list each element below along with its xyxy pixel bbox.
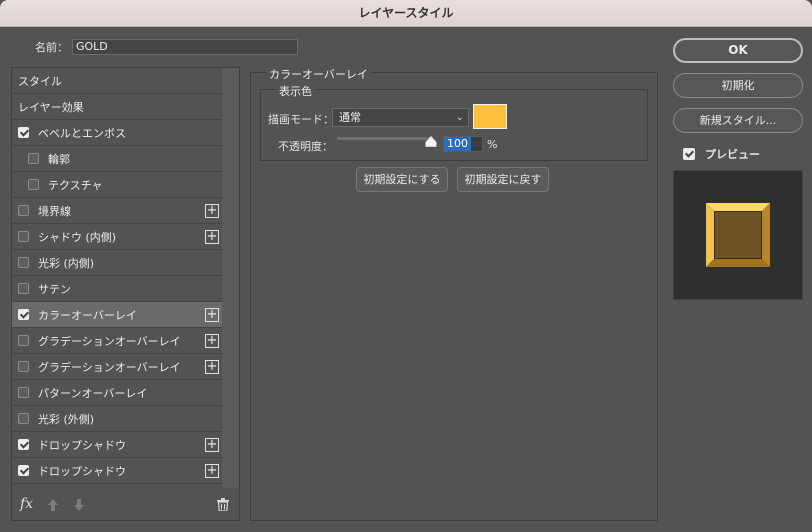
list-item-checkbox[interactable] (18, 361, 29, 372)
gold-preview-image (706, 203, 770, 267)
opacity-slider[interactable] (337, 137, 433, 140)
slider-thumb-icon[interactable] (425, 136, 437, 147)
list-item-checkbox[interactable] (18, 205, 29, 216)
list-item-label: 境界線 (38, 204, 71, 218)
name-label: 名前： (35, 41, 68, 54)
list-item[interactable]: パターンオーバーレイ (12, 380, 222, 406)
add-effect-icon[interactable]: + (205, 360, 219, 374)
list-item-checkbox[interactable] (18, 309, 29, 320)
list-item-checkbox[interactable] (28, 179, 39, 190)
add-effect-icon[interactable]: + (205, 464, 219, 478)
list-item-label: サテン (38, 282, 71, 296)
title-bar: レイヤースタイル (0, 0, 812, 27)
subgroup-title: 表示色 (276, 83, 315, 99)
list-item-label: グラデーションオーバーレイ (38, 334, 181, 348)
ok-button[interactable]: OK (673, 38, 803, 63)
list-item-label: ベベルとエンボス (38, 126, 126, 140)
move-up-icon[interactable] (48, 499, 58, 511)
list-item-label: 輪郭 (48, 152, 70, 166)
add-effect-icon[interactable]: + (205, 204, 219, 218)
add-effect-icon[interactable]: + (205, 334, 219, 348)
reset-default-button[interactable]: 初期設定に戻す (457, 167, 549, 192)
list-item-checkbox[interactable] (28, 153, 39, 164)
opacity-label: 不透明度： (278, 140, 333, 153)
list-item-label: スタイル (18, 74, 62, 88)
list-item-label: レイヤー効果 (18, 100, 84, 114)
list-item-checkbox[interactable] (18, 257, 29, 268)
style-list-panel: スタイルレイヤー効果ベベルとエンボス輪郭テクスチャ境界線 + シャドウ (内側) + 光… (11, 67, 240, 521)
blend-mode-label: 描画モード： (268, 113, 334, 126)
list-item[interactable]: ドロップシャドウ + (12, 432, 222, 458)
list-item-label: シャドウ (内側) (38, 230, 117, 244)
new-style-button[interactable]: 新規スタイル... (673, 108, 803, 133)
name-row: 名前： GOLD (35, 39, 298, 55)
list-item[interactable]: ドロップシャドウ + (12, 458, 222, 484)
add-effect-icon[interactable]: + (205, 438, 219, 452)
fx-icon[interactable]: fx (20, 496, 33, 512)
style-list: スタイルレイヤー効果ベベルとエンボス輪郭テクスチャ境界線 + シャドウ (内側) + 光… (12, 68, 222, 488)
list-item-label: 光彩 (外側) (38, 412, 95, 426)
opacity-input[interactable]: 100 (443, 136, 483, 152)
reset-button[interactable]: 初期化 (673, 73, 803, 98)
list-item[interactable]: 光彩 (外側) (12, 406, 222, 432)
list-item[interactable]: サテン (12, 276, 222, 302)
list-item-label: テクスチャ (48, 178, 103, 192)
list-item-checkbox[interactable] (18, 413, 29, 424)
list-item-label: ドロップシャドウ (38, 464, 126, 478)
list-item[interactable]: レイヤー効果 (12, 94, 222, 120)
list-item-label: カラーオーバーレイ (38, 308, 137, 322)
add-effect-icon[interactable]: + (205, 230, 219, 244)
preview-label: プレビュー (705, 148, 760, 161)
preview-toggle[interactable]: プレビュー (683, 146, 760, 162)
chevron-down-icon: ⌄ (455, 112, 464, 123)
list-item[interactable]: 光彩 (内側) (12, 250, 222, 276)
trash-icon[interactable] (217, 498, 229, 511)
list-scrollbar[interactable] (222, 68, 239, 488)
list-item[interactable]: スタイル (12, 68, 222, 94)
list-item[interactable]: カラーオーバーレイ + (12, 302, 222, 328)
list-item[interactable]: グラデーションオーバーレイ + (12, 354, 222, 380)
style-preview (673, 170, 803, 300)
list-item-checkbox[interactable] (18, 387, 29, 398)
list-item-checkbox[interactable] (18, 283, 29, 294)
list-item[interactable]: ベベルとエンボス (12, 120, 222, 146)
list-item-checkbox[interactable] (18, 231, 29, 242)
list-item[interactable]: グラデーションオーバーレイ + (12, 328, 222, 354)
list-item[interactable]: テクスチャ (12, 172, 222, 198)
list-item-label: グラデーションオーバーレイ (38, 360, 181, 374)
list-item-checkbox[interactable] (18, 465, 29, 476)
blend-mode-value: 通常 (339, 111, 361, 124)
list-item[interactable]: 輪郭 (12, 146, 222, 172)
window-title: レイヤースタイル (358, 6, 454, 20)
list-item-label: パターンオーバーレイ (38, 386, 148, 400)
opacity-unit: % (487, 138, 498, 151)
group-title: カラーオーバーレイ (266, 66, 371, 82)
list-item-label: 光彩 (内側) (38, 256, 95, 270)
color-swatch[interactable] (473, 104, 507, 129)
list-item-checkbox[interactable] (18, 335, 29, 346)
list-item-label: ドロップシャドウ (38, 438, 126, 452)
list-item[interactable]: シャドウ (内側) + (12, 224, 222, 250)
opacity-value: 100 (444, 137, 471, 151)
list-item-checkbox[interactable] (18, 127, 29, 138)
list-item[interactable]: 境界線 + (12, 198, 222, 224)
blend-mode-select[interactable]: 通常 ⌄ (332, 108, 469, 127)
add-effect-icon[interactable]: + (205, 308, 219, 322)
name-input[interactable]: GOLD (72, 39, 298, 55)
list-item-checkbox[interactable] (18, 439, 29, 450)
move-down-icon[interactable] (74, 499, 84, 511)
list-toolbar: fx (12, 488, 239, 520)
preview-checkbox[interactable] (683, 148, 695, 160)
make-default-button[interactable]: 初期設定にする (356, 167, 448, 192)
